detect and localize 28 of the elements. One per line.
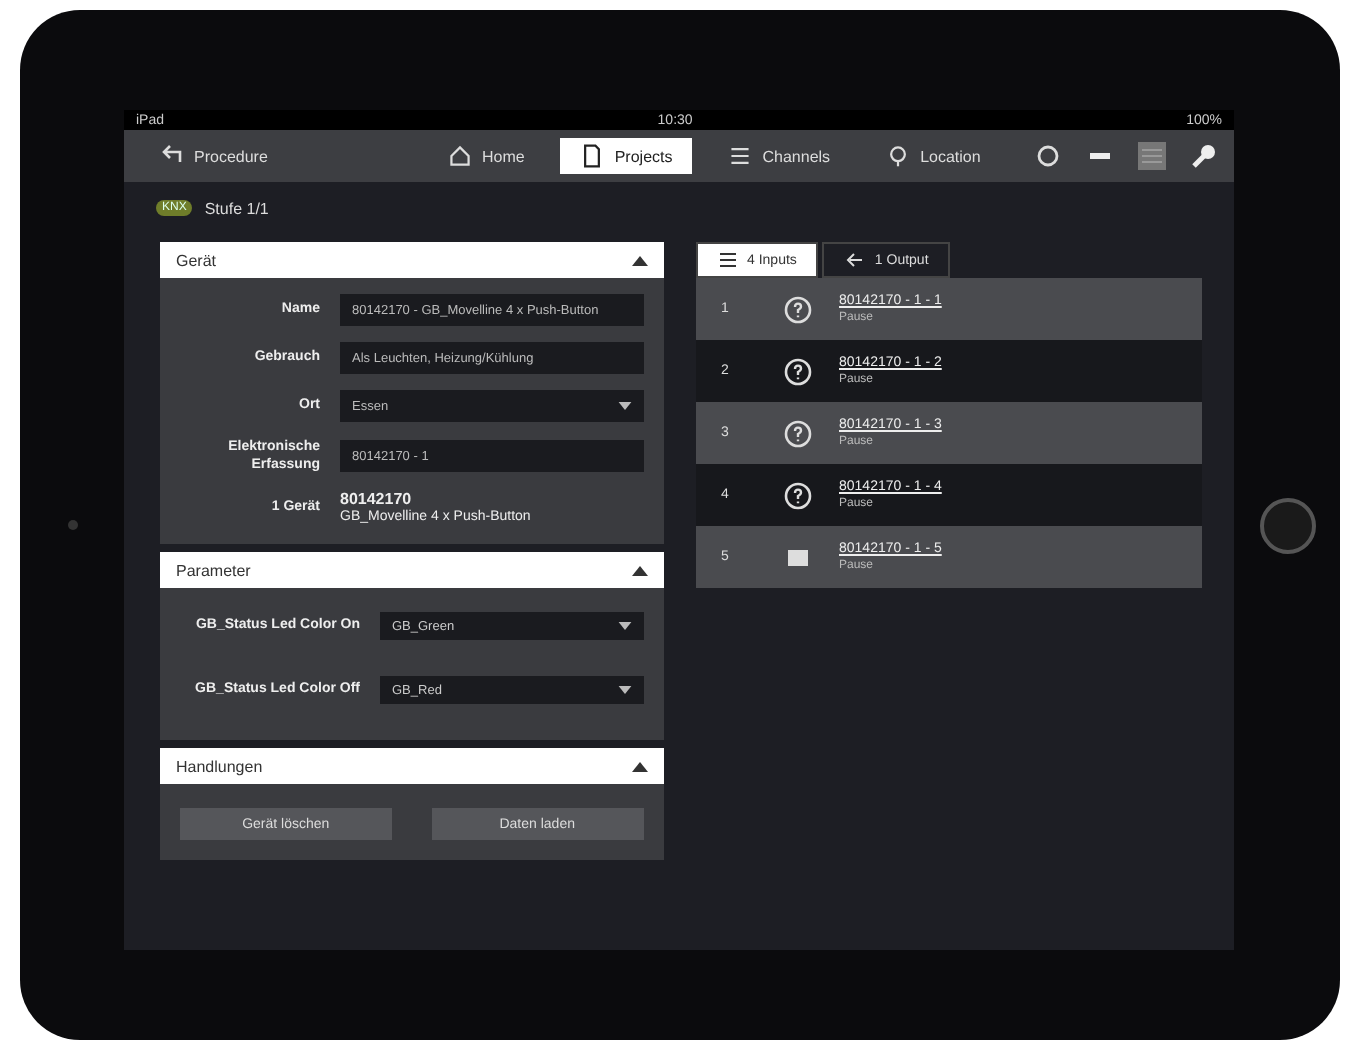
question-circle-icon [783, 357, 811, 385]
nav-tab[interactable]: Home [428, 138, 545, 174]
dropdown-arrow-icon [617, 686, 631, 695]
arrow-icon [844, 250, 865, 270]
page-title: Stufe 1/1 [204, 199, 269, 217]
home-icon [448, 144, 472, 168]
wrench-icon[interactable] [1190, 142, 1218, 170]
section-header[interactable]: Parameter [160, 552, 663, 589]
question-circle-icon [783, 295, 811, 323]
camera-dot [67, 520, 77, 530]
list-icon [728, 144, 753, 168]
question-circle-icon [783, 419, 811, 447]
dropdown-arrow-icon [617, 402, 631, 410]
pin-icon [886, 144, 911, 168]
list-icon [717, 250, 737, 270]
dropdown-arrow-icon [617, 622, 631, 631]
question-circle-icon [783, 481, 811, 509]
device-id: 80142170 [340, 490, 414, 509]
nav-tab[interactable]: Projects [560, 138, 693, 174]
section-header[interactable]: Gerät [160, 242, 663, 278]
target-icon[interactable] [1034, 142, 1062, 170]
nav-tab[interactable]: Channels [708, 138, 851, 174]
home-button[interactable] [1259, 497, 1315, 553]
back-button[interactable]: Procedure [152, 140, 412, 172]
document-icon [580, 144, 605, 168]
nav-tab[interactable]: Location [866, 138, 1001, 174]
back-arrow-icon [160, 144, 184, 168]
section-header[interactable]: Handlungen [160, 748, 663, 785]
